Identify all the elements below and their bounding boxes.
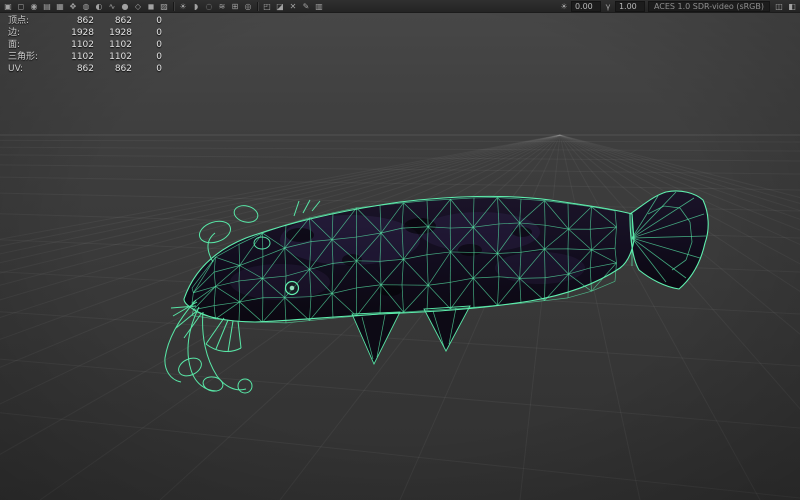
toolbar-group-camera: ▣ ◻ ◉ ▤ ▦ ✥ ◍ ◐ ∿ ● ◇ ◼ ▨ <box>2 1 170 12</box>
gamma-field[interactable]: 1.00 <box>614 0 645 12</box>
hud-extra: 0 <box>156 52 162 62</box>
hud-row-faces: 面: 1102 1102 0 <box>8 39 162 51</box>
hud-label: 三角形: <box>8 52 39 62</box>
hud-selected: 1928 <box>109 28 132 38</box>
hud-selected: 862 <box>114 16 132 26</box>
shaded-mode-icon[interactable]: ◼ <box>145 1 157 12</box>
hud-label: 边: <box>8 28 21 38</box>
toolbar-separator <box>173 1 174 11</box>
hud-total: 862 <box>76 64 94 74</box>
camera-attributes-icon[interactable]: ◉ <box>28 1 40 12</box>
multisampling-icon[interactable]: ⊞ <box>229 1 241 12</box>
snapshot-icon[interactable]: ◫ <box>773 1 785 12</box>
default-material-icon[interactable]: ● <box>119 1 131 12</box>
hud-selected: 1102 <box>109 52 132 62</box>
pan-zoom-icon[interactable]: ✥ <box>67 1 79 12</box>
hud-row-triangles: 三角形: 1102 1102 0 <box>8 51 162 63</box>
poly-count-hud: 顶点: 862 862 0 边: 1928 1928 0 面: 1102 110… <box>8 15 162 75</box>
lighting-icon[interactable]: ☀ <box>177 1 189 12</box>
hud-extra: 0 <box>156 64 162 74</box>
hud-row-edges: 边: 1928 1928 0 <box>8 27 162 39</box>
depth-of-field-icon[interactable]: ◎ <box>242 1 254 12</box>
render-view-icon[interactable]: ◧ <box>786 1 798 12</box>
hud-extra: 0 <box>156 16 162 26</box>
colorspace-selector[interactable]: ACES 1.0 SDR-video (sRGB) <box>647 0 770 12</box>
fish-fin-rear[interactable] <box>423 305 471 352</box>
hud-row-uvs: UV: 862 862 0 <box>8 63 162 75</box>
hud-label: 顶点: <box>8 16 30 26</box>
exposure-field[interactable]: 0.00 <box>570 0 601 12</box>
motion-blur-icon[interactable]: ≋ <box>216 1 228 12</box>
hud-extra: 0 <box>156 40 162 50</box>
wireframe-mode-icon[interactable]: ◇ <box>132 1 144 12</box>
toolbar-separator <box>257 1 258 11</box>
hud-selected: 1102 <box>109 40 132 50</box>
perspective-viewport[interactable] <box>0 0 800 500</box>
xray-icon[interactable]: ◪ <box>274 1 286 12</box>
panel-toolbar: ▣ ◻ ◉ ▤ ▦ ✥ ◍ ◐ ∿ ● ◇ ◼ ▨ ☀ ◗ ◌ ≋ ⊞ ◎ ◰ ◪ ✕ ✎ ▥ ☀ 0.00 γ 1.00… <box>0 0 800 13</box>
toolbar-group-display: ◰ ◪ ✕ ✎ ▥ <box>261 1 325 12</box>
gamma-icon[interactable]: γ <box>602 1 614 12</box>
oversampling-icon[interactable]: ◍ <box>80 1 92 12</box>
hud-total: 1102 <box>71 52 94 62</box>
toolbar-group-shading: ☀ ◗ ◌ ≋ ⊞ ◎ <box>177 1 254 12</box>
smooth-wireframe-icon[interactable]: ∿ <box>106 1 118 12</box>
backface-culling-icon[interactable]: ◐ <box>93 1 105 12</box>
toolbar-group-end: ◫ ◧ <box>773 1 798 12</box>
grid-toggle-icon[interactable]: ▥ <box>313 1 325 12</box>
select-camera-icon[interactable]: ▣ <box>2 1 14 12</box>
bookmarks-icon[interactable]: ▤ <box>41 1 53 12</box>
textured-mode-icon[interactable]: ▨ <box>158 1 170 12</box>
hud-extra: 0 <box>156 28 162 38</box>
hud-label: UV: <box>8 64 24 74</box>
viewport-window: ▣ ◻ ◉ ▤ ▦ ✥ ◍ ◐ ∿ ● ◇ ◼ ▨ ☀ ◗ ◌ ≋ ⊞ ◎ ◰ ◪ ✕ ✎ ▥ ☀ 0.00 γ 1.00… <box>0 0 800 500</box>
hud-selected: 862 <box>114 64 132 74</box>
hud-label: 面: <box>8 40 21 50</box>
lock-camera-icon[interactable]: ◻ <box>15 1 27 12</box>
isolate-select-icon[interactable]: ◰ <box>261 1 273 12</box>
ambient-occlusion-icon[interactable]: ◌ <box>203 1 215 12</box>
fish-eye-pupil <box>289 285 295 291</box>
shadows-icon[interactable]: ◗ <box>190 1 202 12</box>
hud-total: 1928 <box>71 28 94 38</box>
grease-pencil-icon[interactable]: ✎ <box>300 1 312 12</box>
image-plane-icon[interactable]: ▦ <box>54 1 66 12</box>
xray-joints-icon[interactable]: ✕ <box>287 1 299 12</box>
exposure-icon[interactable]: ☀ <box>558 1 570 12</box>
hud-total: 862 <box>76 16 94 26</box>
hud-total: 1102 <box>71 40 94 50</box>
hud-row-vertices: 顶点: 862 862 0 <box>8 15 162 27</box>
ground-grid <box>0 134 800 500</box>
